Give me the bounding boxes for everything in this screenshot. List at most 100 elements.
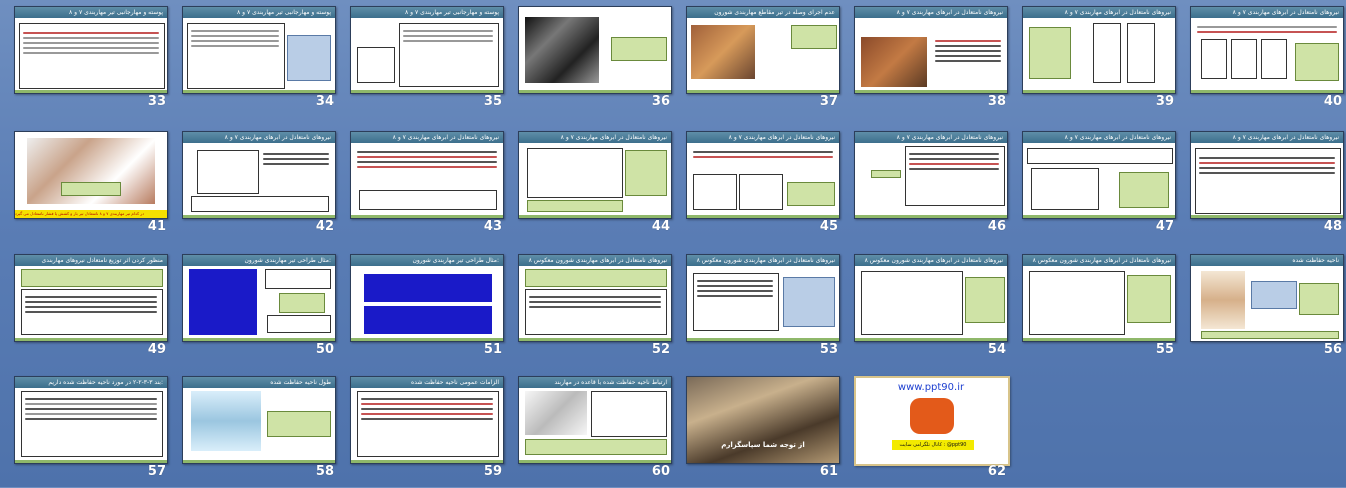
slide-thumbnail[interactable]: نیروهای نامتعادل در ابرهای مهاربندی ۷ و … (1190, 131, 1344, 243)
slide-preview: نیروهای نامتعادل در ابرهای مهاربندی شورو… (1022, 254, 1176, 342)
software-screenshot (363, 273, 493, 303)
slide-number: 34 (315, 94, 334, 109)
slide-thumbnail[interactable]: نیروهای نامتعادل در ابرهای مهاربندی ۷ و … (854, 6, 1008, 118)
slide-thumbnail[interactable]: پوسته و مهارجانبی تیر مهاربندی ۷ و ۸ 33 (14, 6, 168, 118)
slide-thumbnail[interactable]: 36 (518, 6, 672, 118)
protected-zone-diagram (191, 391, 261, 451)
slide-number: 51 (483, 342, 502, 357)
slide-thumbnail[interactable]: نیروهای نامتعادل در ابرهای مهاربندی شورو… (854, 254, 1008, 366)
slide-number: 57 (147, 464, 166, 479)
slide-thumbnail[interactable]: در کدام تیر مهاربندی ۷ و ۸ نامتعادل تیر … (14, 131, 168, 243)
slide-number: 33 (147, 94, 166, 109)
telegram-channel: کانال تلگرامی سایت : @ppt90 (892, 440, 974, 450)
slide-thumbnail[interactable]: نیروهای نامتعادل در ابرهای مهاربندی ۷ و … (1022, 6, 1176, 118)
connection-diagram (525, 391, 587, 435)
slide-thumbnail[interactable]: نیروهای نامتعادل در ابرهای مهاربندی ۷ و … (686, 131, 840, 243)
slide-preview: مثال طراحی تیر مهاربندی شورون: (182, 254, 336, 342)
slide-number: 58 (315, 464, 334, 479)
slide-number: 56 (1323, 342, 1342, 357)
slide-thumbnail[interactable]: نیروهای نامتعادل در ابرهای مهاربندی شورو… (518, 254, 672, 366)
slide-thumbnail[interactable]: نیروهای نامتعادل در ابرهای مهاربندی ۷ و … (182, 131, 336, 243)
slide-preview: نیروهای نامتعادل در ابرهای مهاربندی ۷ و … (1022, 131, 1176, 219)
slide-number: 38 (987, 94, 1006, 109)
powerpoint-logo-icon (910, 398, 954, 434)
slide-thumbnail[interactable]: نیروهای نامتعادل در ابرهای مهاربندی ۷ و … (518, 131, 672, 243)
slide-title: نیروهای نامتعادل در ابرهای مهاربندی ۷ و … (687, 132, 839, 143)
slide-title: پوسته و مهارجانبی تیر مهاربندی ۷ و ۸ (183, 7, 335, 18)
slide-number: 53 (819, 342, 838, 357)
construction-photo (691, 25, 755, 79)
slide-thumbnail[interactable]: www.ppt90.ir کانال تلگرامی سایت : @ppt90… (854, 376, 1010, 488)
slide-preview: نیروهای نامتعادل در ابرهای مهاربندی شورو… (518, 254, 672, 342)
slide-title: منظور کردن اثر توزیع نامتعادل نیروهای مه… (15, 255, 167, 266)
slide-preview: در کدام تیر مهاربندی ۷ و ۸ نامتعادل تیر … (14, 131, 168, 219)
slide-number: 45 (819, 219, 838, 234)
slide-number: 41 (147, 219, 166, 234)
slide-thumbnail[interactable]: پوسته و مهارجانبی تیر مهاربندی ۷ و ۸ 35 (350, 6, 504, 118)
site-url: www.ppt90.ir (897, 382, 965, 393)
slide-number: 62 (987, 464, 1006, 479)
slide-title: الزامات عمومی ناحیه حفاظت شده (351, 377, 503, 388)
slide-title: نیروهای نامتعادل در ابرهای مهاربندی ۷ و … (519, 132, 671, 143)
slide-thumbnail[interactable]: نیروهای نامتعادل در ابرهای مهاربندی شورو… (686, 254, 840, 366)
slide-number: 48 (1323, 219, 1342, 234)
slide-title: نیروهای نامتعادل در ابرهای مهاربندی ۷ و … (351, 132, 503, 143)
slide-preview: نیروهای نامتعادل در ابرهای مهاربندی ۷ و … (350, 131, 504, 219)
slide-preview: نیروهای نامتعادل در ابرهای مهاربندی شورو… (854, 254, 1008, 342)
slide-number: 49 (147, 342, 166, 357)
slide-thumbnail[interactable]: منظور کردن اثر توزیع نامتعادل نیروهای مه… (14, 254, 168, 366)
software-screenshot (363, 305, 493, 335)
slide-thumbnail[interactable]: از توجه شما سپاسگزارم 61 (686, 376, 840, 488)
slide-title: نیروهای نامتعادل در ابرهای مهاربندی ۷ و … (1191, 132, 1343, 143)
slide-title: بند ۳-۳-۲-۲ در مورد ناحیه حفاظت شده داری… (15, 377, 167, 388)
slide-title: پوسته و مهارجانبی تیر مهاربندی ۷ و ۸ (351, 7, 503, 18)
slide-thumbnail[interactable]: الزامات عمومی ناحیه حفاظت شده 59 (350, 376, 504, 488)
slide-thumbnail[interactable]: نیروهای نامتعادل در ابرهای مهاربندی شورو… (1022, 254, 1176, 366)
slide-thumbnail[interactable]: طول ناحیه حفاظت شده 58 (182, 376, 336, 488)
slide-title: نیروهای نامتعادل در ابرهای مهاربندی ۷ و … (1023, 7, 1175, 18)
slide-number: 47 (1155, 219, 1174, 234)
slide-preview: نیروهای نامتعادل در ابرهای مهاربندی ۷ و … (854, 6, 1008, 94)
slide-title: طول ناحیه حفاظت شده (183, 377, 335, 388)
slide-preview: نیروهای نامتعادل در ابرهای مهاربندی ۷ و … (854, 131, 1008, 219)
steel-photo (525, 17, 599, 83)
slide-preview: پوسته و مهارجانبی تیر مهاربندی ۷ و ۸ (182, 6, 336, 94)
slide-number: 54 (987, 342, 1006, 357)
arrow-left-icon (871, 170, 901, 178)
slide-preview: www.ppt90.ir کانال تلگرامی سایت : @ppt90 (854, 376, 1010, 466)
slide-thumbnail[interactable]: ارتباط ناحیه حفاظت شده با قاعده در مهارب… (518, 376, 672, 488)
slide-number: 60 (651, 464, 670, 479)
slide-preview: نیروهای نامتعادل در ابرهای مهاربندی ۷ و … (1022, 6, 1176, 94)
slide-title: نیروهای نامتعادل در ابرهای مهاربندی ۷ و … (183, 132, 335, 143)
slide-title: نیروهای نامتعادل در ابرهای مهاربندی ۷ و … (855, 7, 1007, 18)
slide-title: نیروهای نامتعادل در ابرهای مهاربندی شورو… (855, 255, 1007, 266)
slide-number: 37 (819, 94, 838, 109)
slide-thumbnail[interactable]: عدم اجرای وصله در تیر مقاطع مهاربندی شور… (686, 6, 840, 118)
closing-caption: از توجه شما سپاسگزارم (721, 441, 805, 449)
slide-title: ناحیه حفاظت شده (1191, 255, 1343, 266)
slide-number: 55 (1155, 342, 1174, 357)
slide-caption: در کدام تیر مهاربندی ۷ و ۸ نامتعادل تیر … (15, 210, 167, 218)
slide-preview: مثال طراحی تیر مهاربندی شورون: (350, 254, 504, 342)
slide-thumbnail[interactable]: نیروهای نامتعادل در ابرهای مهاربندی ۷ و … (1190, 6, 1344, 118)
slide-thumbnail[interactable]: مثال طراحی تیر مهاربندی شورون: 51 (350, 254, 504, 366)
slide-number: 50 (315, 342, 334, 357)
slide-number: 35 (483, 94, 502, 109)
slide-thumbnail[interactable]: نیروهای نامتعادل در ابرهای مهاربندی ۷ و … (854, 131, 1008, 243)
slide-thumbnail[interactable]: نیروهای نامتعادل در ابرهای مهاربندی ۷ و … (1022, 131, 1176, 243)
slide-thumbnail[interactable]: نیروهای نامتعادل در ابرهای مهاربندی ۷ و … (350, 131, 504, 243)
slide-title: نیروهای نامتعادل در ابرهای مهاربندی شورو… (519, 255, 671, 266)
slide-thumbnail[interactable]: ناحیه حفاظت شده 56 (1190, 254, 1344, 366)
slide-number: 44 (651, 219, 670, 234)
slide-title: نیروهای نامتعادل در ابرهای مهاربندی ۷ و … (855, 132, 1007, 143)
slide-thumbnail[interactable]: بند ۳-۳-۲-۲ در مورد ناحیه حفاظت شده داری… (14, 376, 168, 488)
slide-preview (518, 6, 672, 94)
slide-preview: نیروهای نامتعادل در ابرهای مهاربندی ۷ و … (182, 131, 336, 219)
slide-title: عدم اجرای وصله در تیر مقاطع مهاربندی شور… (687, 7, 839, 18)
slide-title: نیروهای نامتعادل در ابرهای مهاربندی ۷ و … (1191, 7, 1343, 18)
slide-thumbnail[interactable]: پوسته و مهارجانبی تیر مهاربندی ۷ و ۸ 34 (182, 6, 336, 118)
slide-thumbnail[interactable]: مثال طراحی تیر مهاربندی شورون: 50 (182, 254, 336, 366)
slide-preview: نیروهای نامتعادل در ابرهای مهاربندی ۷ و … (1190, 6, 1344, 94)
slide-title: ارتباط ناحیه حفاظت شده با قاعده در مهارب… (519, 377, 671, 388)
slide-title: پوسته و مهارجانبی تیر مهاربندی ۷ و ۸ (15, 7, 167, 18)
